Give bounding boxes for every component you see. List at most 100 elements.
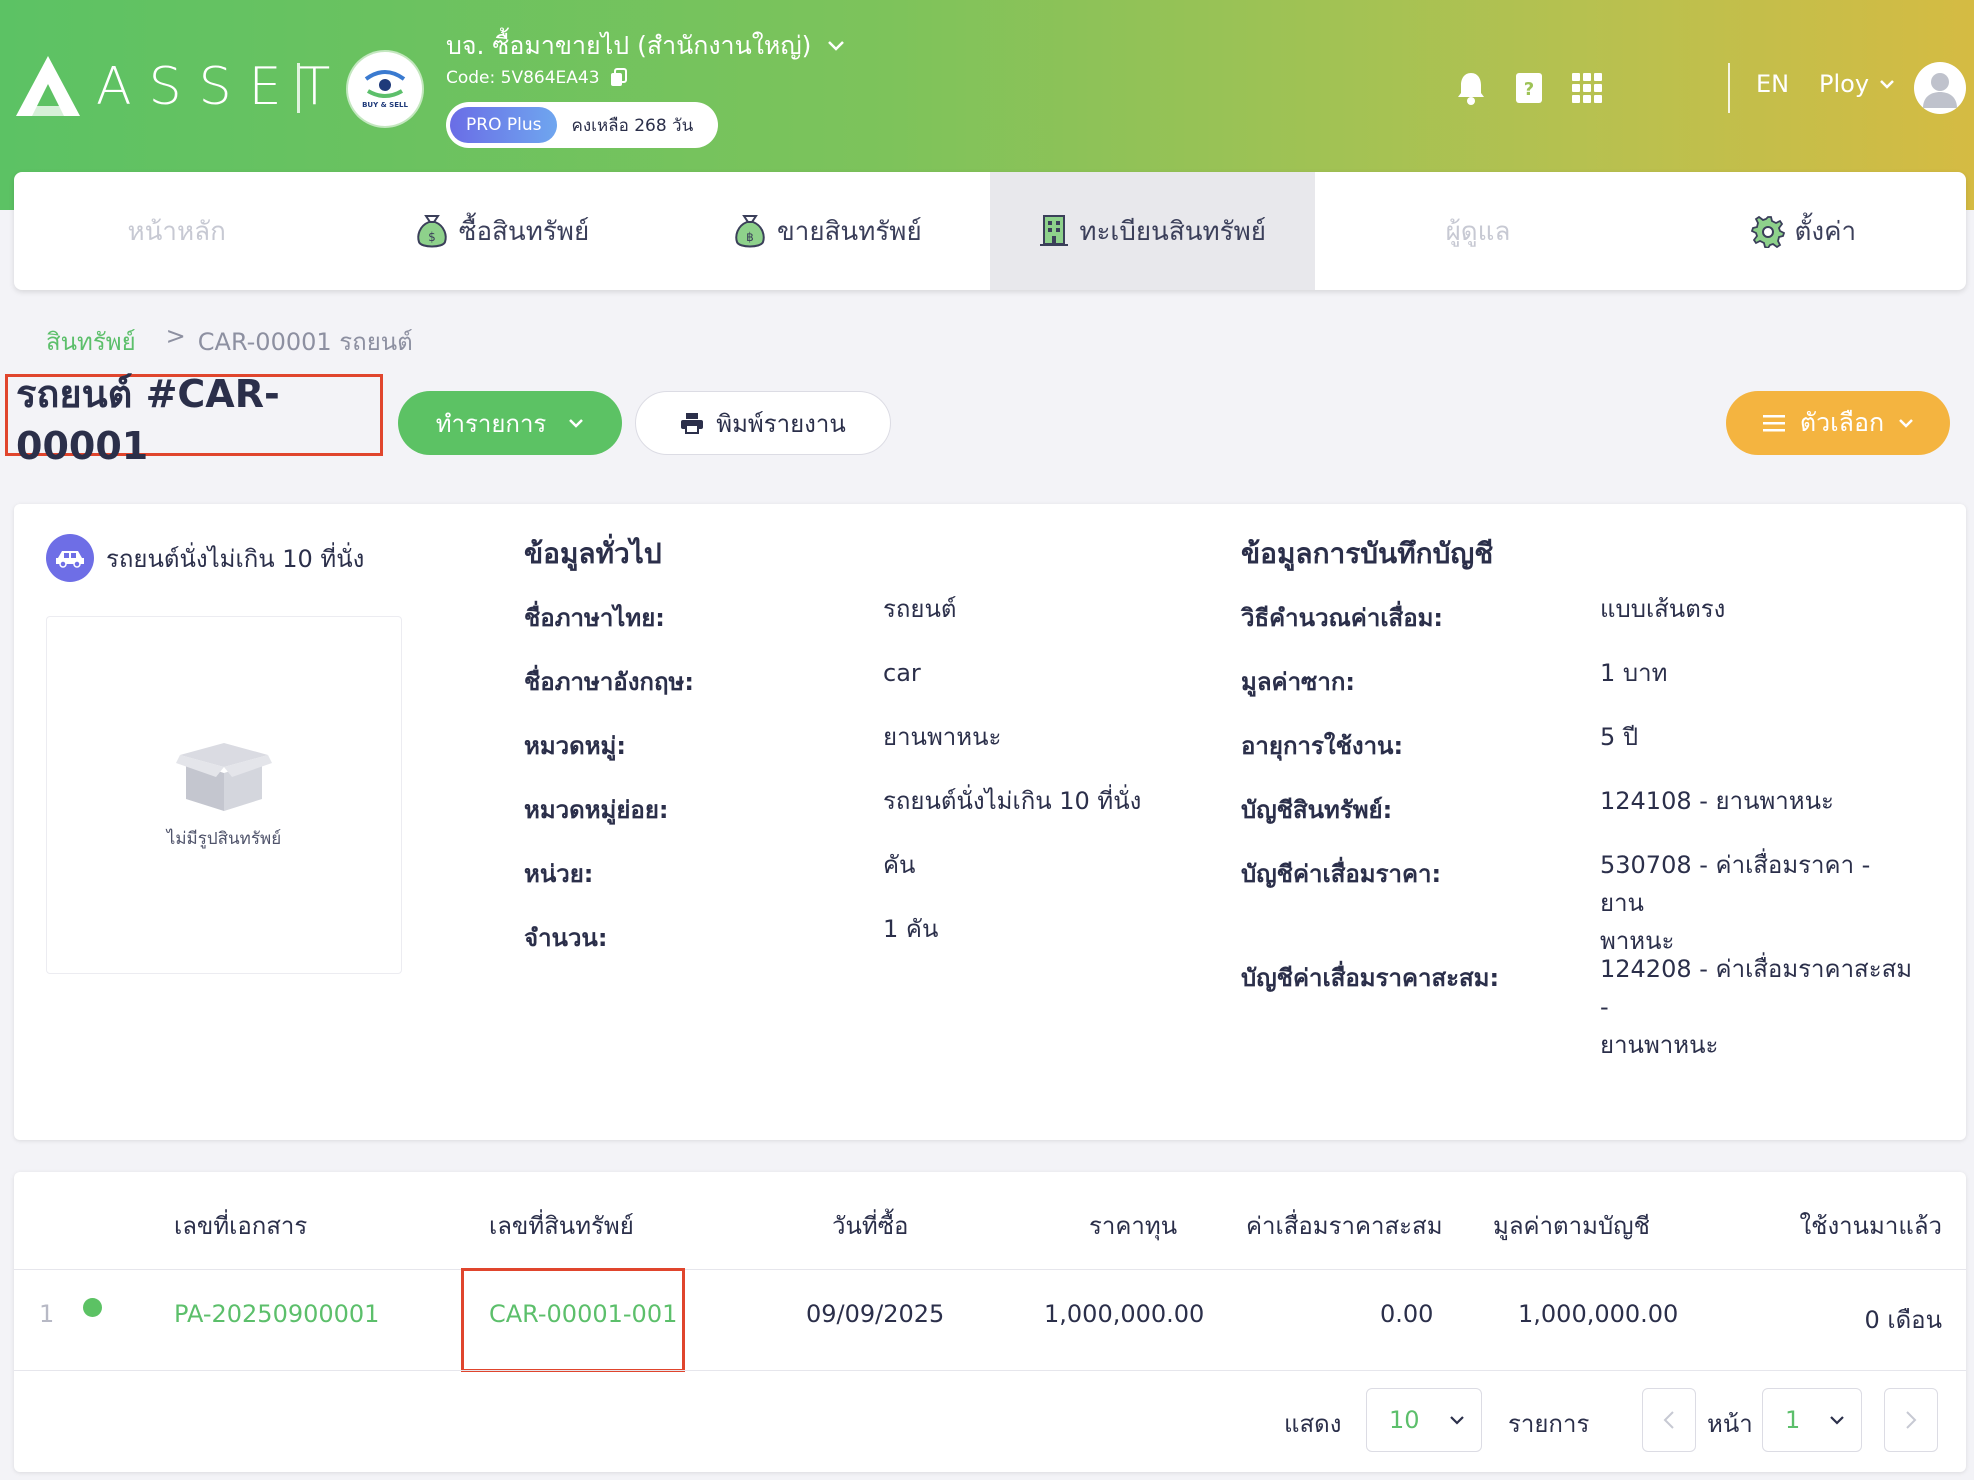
cost-value: 1,000,000.00	[1044, 1300, 1205, 1328]
user-avatar-icon[interactable]	[1914, 62, 1966, 114]
field-label: หมวดหมู่:	[524, 732, 626, 760]
field-label: ชื่อภาษาไทย:	[524, 604, 665, 632]
field-value: รถยนต์นั่งไม่เกิน 10 ที่นั่ง	[883, 787, 1142, 815]
copy-icon[interactable]	[610, 68, 628, 88]
language-switch[interactable]: EN	[1756, 70, 1789, 98]
svg-text:฿: ฿	[746, 230, 754, 244]
options-button-label: ตัวเลือก	[1799, 408, 1885, 437]
field-value: 124108 - ยานพาหนะ	[1600, 787, 1834, 815]
asset-items-table: เลขที่เอกสาร เลขที่สินทรัพย์ วันที่ซื้อ …	[14, 1172, 1966, 1472]
handshake-icon	[364, 70, 406, 98]
table-divider	[14, 1370, 1966, 1371]
field-label: หมวดหมู่ย่อย:	[524, 796, 669, 824]
asset-image-placeholder[interactable]: ไม่มีรูปสินทรัพย์	[46, 616, 402, 974]
chevron-down-icon	[1880, 80, 1894, 89]
options-button[interactable]: ตัวเลือก	[1726, 391, 1950, 455]
company-name: บจ. ซื้อมาขายไป (สำนักงานใหญ่)	[446, 31, 812, 60]
page-label: หน้า	[1707, 1410, 1753, 1438]
money-bag-icon: $	[417, 215, 447, 248]
column-header: ราคาทุน	[1089, 1212, 1178, 1240]
chevron-down-icon	[569, 419, 584, 428]
next-page-button[interactable]	[1884, 1388, 1938, 1452]
company-switcher[interactable]: บจ. ซื้อมาขายไป (สำนักงานใหญ่)	[446, 26, 845, 66]
asset-category: รถยนต์นั่งไม่เกิน 10 ที่นั่ง	[46, 534, 364, 582]
column-header: มูลค่าตามบัญชี	[1493, 1212, 1650, 1240]
used-duration: 0 เดือน	[1864, 1306, 1942, 1334]
field-value: ยานพาหนะ	[883, 723, 1002, 751]
page-size-value: 10	[1389, 1406, 1420, 1434]
asset-category-label: รถยนต์นั่งไม่เกิน 10 ที่นั่ง	[106, 544, 365, 573]
tab-label: ทะเบียนสินทรัพย์	[1079, 216, 1266, 247]
accounting-info-title: ข้อมูลการบันทึกบัญชี	[1241, 537, 1494, 570]
tab-asset-register[interactable]: ทะเบียนสินทรัพย์	[989, 172, 1316, 290]
car-icon	[46, 534, 94, 582]
svg-text:$: $	[428, 230, 436, 244]
tab-sell-asset[interactable]: ฿ ขายสินทรัพย์	[665, 172, 990, 290]
apps-grid-icon[interactable]	[1570, 71, 1604, 105]
chevron-down-icon	[1830, 1416, 1844, 1425]
chevron-down-icon	[1899, 419, 1914, 428]
prev-page-button[interactable]	[1642, 1388, 1696, 1452]
print-button-label: พิมพ์รายงาน	[716, 409, 846, 438]
field-value: แบบเส้นตรง	[1600, 595, 1726, 623]
plan-badge: PRO Plus	[450, 107, 558, 143]
help-book-icon[interactable]: ?	[1512, 71, 1546, 105]
items-label: รายการ	[1508, 1410, 1590, 1438]
general-info-title: ข้อมูลทั่วไป	[524, 537, 662, 570]
field-value: รถยนต์	[883, 595, 957, 623]
username: Ploy	[1819, 70, 1870, 98]
tab-settings[interactable]: ตั้งค่า	[1641, 172, 1966, 290]
field-label: วิธีคำนวณค่าเสื่อม:	[1241, 604, 1444, 632]
logo-mark-icon	[16, 56, 80, 116]
field-label: บัญชีสินทรัพย์:	[1241, 796, 1393, 824]
breadcrumb-current: CAR-00001 รถยนต์	[197, 328, 413, 356]
field-value: 530708 - ค่าเสื่อมราคา - ยาน พาหนะ	[1600, 851, 1871, 955]
company-logo[interactable]: BUY & SELL	[348, 52, 422, 126]
asset-number-link[interactable]: CAR-00001-001	[489, 1300, 677, 1328]
bell-icon[interactable]	[1454, 71, 1488, 105]
doc-number-link[interactable]: PA-20250900001	[174, 1300, 379, 1328]
page-size-select[interactable]: 10	[1366, 1388, 1482, 1452]
tab-label: ตั้งค่า	[1794, 216, 1857, 247]
field-label: บัญชีค่าเสื่อมราคาสะสม:	[1241, 964, 1500, 992]
company-logo-text: BUY & SELL	[362, 101, 408, 109]
page-title-highlight: รถยนต์ #CAR-00001	[5, 372, 383, 468]
field-label: ชื่อภาษาอังกฤษ:	[524, 668, 694, 696]
page-select[interactable]: 1	[1762, 1388, 1862, 1452]
print-report-button[interactable]: พิมพ์รายงาน	[635, 391, 891, 455]
tab-label: ซื้อสินทรัพย์	[458, 216, 590, 247]
accum-depreciation-value: 0.00	[1380, 1300, 1434, 1328]
column-header: ใช้งานมาแล้ว	[1799, 1212, 1942, 1240]
table-divider	[14, 1269, 1966, 1270]
action-menu-button[interactable]: ทำรายการ	[398, 391, 622, 455]
no-image-text: ไม่มีรูปสินทรัพย์	[166, 828, 282, 849]
plan-remaining: คงเหลือ 268 วัน	[571, 115, 694, 136]
column-header: เลขที่สินทรัพย์	[489, 1212, 634, 1240]
money-bag-icon: ฿	[735, 215, 765, 248]
tab-admin[interactable]: ผู้ดูแล	[1315, 172, 1640, 290]
user-menu[interactable]: Ploy	[1819, 70, 1895, 98]
breadcrumb-root[interactable]: สินทรัพย์	[46, 322, 136, 361]
field-value: 5 ปี	[1600, 723, 1639, 751]
action-button-label: ทำรายการ	[435, 409, 547, 438]
purchase-date: 09/09/2025	[806, 1300, 945, 1328]
tab-buy-asset[interactable]: $ ซื้อสินทรัพย์	[339, 172, 664, 290]
company-code-row: Code: 5V864EA43	[446, 68, 628, 88]
row-index: 1	[39, 1300, 55, 1328]
tab-home[interactable]: หน้าหลัก	[14, 172, 339, 290]
chevron-left-icon	[1663, 1411, 1674, 1429]
page-value: 1	[1785, 1406, 1801, 1434]
field-value: 124208 - ค่าเสื่อมราคาสะสม - ยานพาหนะ	[1600, 955, 1913, 1059]
empty-box-icon	[176, 742, 272, 811]
page-size-label: แสดง	[1284, 1410, 1342, 1438]
chevron-right-icon	[1906, 1411, 1917, 1429]
chevron-down-icon	[828, 41, 845, 51]
field-label: อายุการใช้งาน:	[1241, 732, 1404, 760]
gear-icon	[1750, 215, 1785, 248]
field-label: หน่วย:	[524, 860, 594, 888]
menu-icon	[1762, 415, 1785, 432]
chevron-down-icon	[1450, 1416, 1464, 1425]
field-value: คัน	[883, 851, 916, 879]
plan-status[interactable]: PRO Plus คงเหลือ 268 วัน	[446, 102, 718, 148]
page-title: รถยนต์ #CAR-00001	[16, 371, 280, 468]
